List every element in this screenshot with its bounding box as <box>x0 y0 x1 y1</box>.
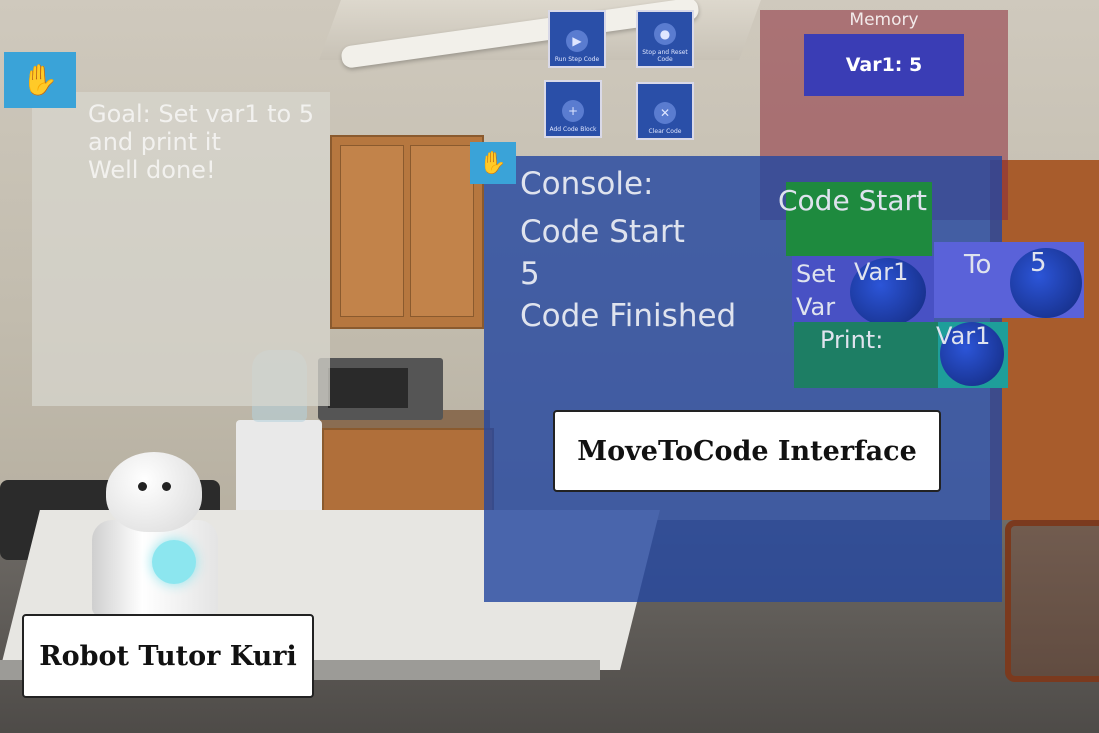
to-block[interactable]: To 5 <box>934 242 1084 318</box>
console-line: Code Start <box>520 214 685 250</box>
robot-eye <box>162 482 171 491</box>
print-block[interactable]: Print: Var1 <box>794 322 1008 388</box>
cabinet-door <box>410 145 474 317</box>
toolbar-button-label: Run Step Code <box>554 56 600 63</box>
clear-icon: ✕ <box>654 102 676 124</box>
set-var-label: Set Var <box>796 260 836 321</box>
goal-panel: Goal: Set var1 to 5 and print it Well do… <box>32 92 330 406</box>
value-label: 5 <box>1030 248 1047 278</box>
hand-grab-icon: ✋ <box>479 150 507 176</box>
goal-grab-handle[interactable]: ✋ <box>4 52 76 108</box>
add-block-button[interactable]: + Add Code Block <box>544 80 602 138</box>
hand-grab-icon: ✋ <box>21 62 59 98</box>
microwave <box>318 358 443 420</box>
stop-reset-icon: ● <box>654 23 676 45</box>
run-step-icon: ▶ <box>566 30 588 52</box>
stop-reset-button[interactable]: ● Stop and Reset Code <box>636 10 694 68</box>
robot-chest-light <box>152 540 196 584</box>
console-panel: Console: Code Start 5 Code Finished Code… <box>484 156 1084 602</box>
console-line: Code Finished <box>520 298 737 334</box>
code-start-label: Code Start <box>778 184 927 217</box>
memory-variable: Var1: 5 <box>804 34 964 96</box>
toolbar-button-label: Clear Code <box>648 128 682 135</box>
memory-title: Memory <box>849 10 919 30</box>
console-header: Console: <box>520 166 654 202</box>
console-line: 5 <box>520 256 540 292</box>
robot-callout: Robot Tutor Kuri <box>22 614 314 698</box>
print-label: Print: <box>820 326 884 354</box>
upper-cabinet <box>330 135 484 329</box>
cabinet-door <box>340 145 404 317</box>
print-variable-name: Var1 <box>936 322 991 350</box>
ar-scene: Goal: Set var1 to 5 and print it Well do… <box>0 0 1099 733</box>
variable-name: Var1 <box>854 258 909 286</box>
robot-body <box>92 520 218 616</box>
microwave-window <box>328 368 408 408</box>
set-var-block[interactable]: Set Var Var1 <box>792 256 934 326</box>
clear-button[interactable]: ✕ Clear Code <box>636 82 694 140</box>
toolbar-button-label: Add Code Block <box>549 126 597 133</box>
toolbar-button-label: Stop and Reset Code <box>642 49 688 63</box>
water-cooler <box>236 420 322 520</box>
chair <box>1005 520 1099 682</box>
to-label: To <box>964 250 992 280</box>
robot-head <box>106 452 202 532</box>
run-step-button[interactable]: ▶ Run Step Code <box>548 10 606 68</box>
goal-text: Goal: Set var1 to 5 and print it Well do… <box>88 100 315 184</box>
robot-eye <box>138 482 147 491</box>
code-start-block[interactable]: Code Start <box>778 182 932 256</box>
console-grab-handle[interactable]: ✋ <box>470 142 516 184</box>
add-block-icon: + <box>562 100 584 122</box>
print-variable-slot[interactable]: Var1 <box>936 322 1008 388</box>
interface-callout: MoveToCode Interface <box>553 410 941 492</box>
